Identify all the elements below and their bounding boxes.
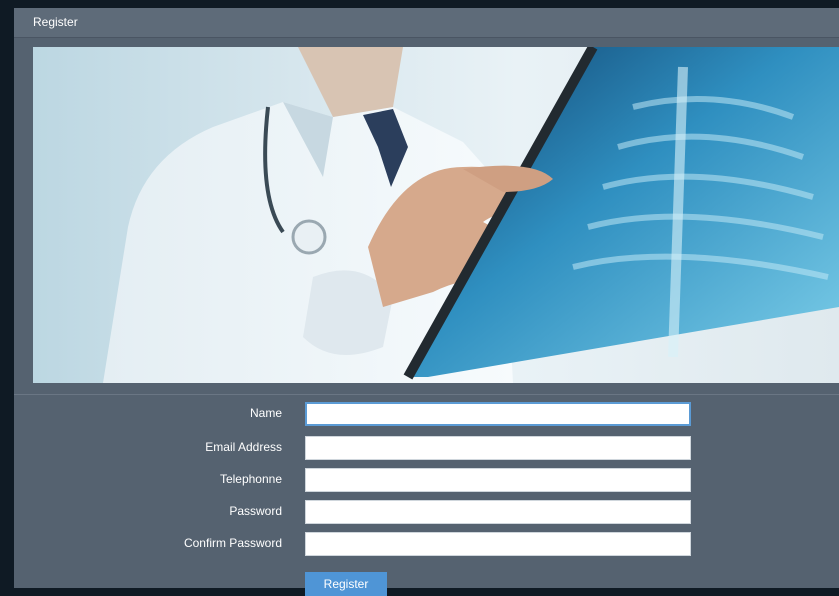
register-panel: Register Name Email Address Telephonne P… [14, 8, 839, 596]
name-label: Name [249, 406, 282, 420]
confirm-password-input[interactable] [305, 532, 691, 556]
section-divider [14, 394, 839, 395]
confirm-password-label: Confirm Password [183, 536, 282, 550]
panel-title: Register [14, 8, 839, 38]
telephone-label: Telephonne [219, 472, 282, 486]
email-input[interactable] [305, 436, 691, 460]
confirm-password-row: Confirm Password [14, 532, 839, 556]
register-button[interactable]: Register [305, 572, 387, 596]
password-row: Password [14, 500, 839, 524]
telephone-row: Telephonne [14, 468, 839, 492]
name-input[interactable] [305, 402, 691, 426]
hero-image [33, 47, 839, 383]
name-row: Name [14, 402, 839, 426]
password-input[interactable] [305, 500, 691, 524]
password-label: Password [229, 504, 282, 518]
doctor-xray-illustration [103, 47, 839, 383]
telephone-input[interactable] [305, 468, 691, 492]
email-row: Email Address [14, 436, 839, 460]
email-label: Email Address [205, 440, 282, 454]
